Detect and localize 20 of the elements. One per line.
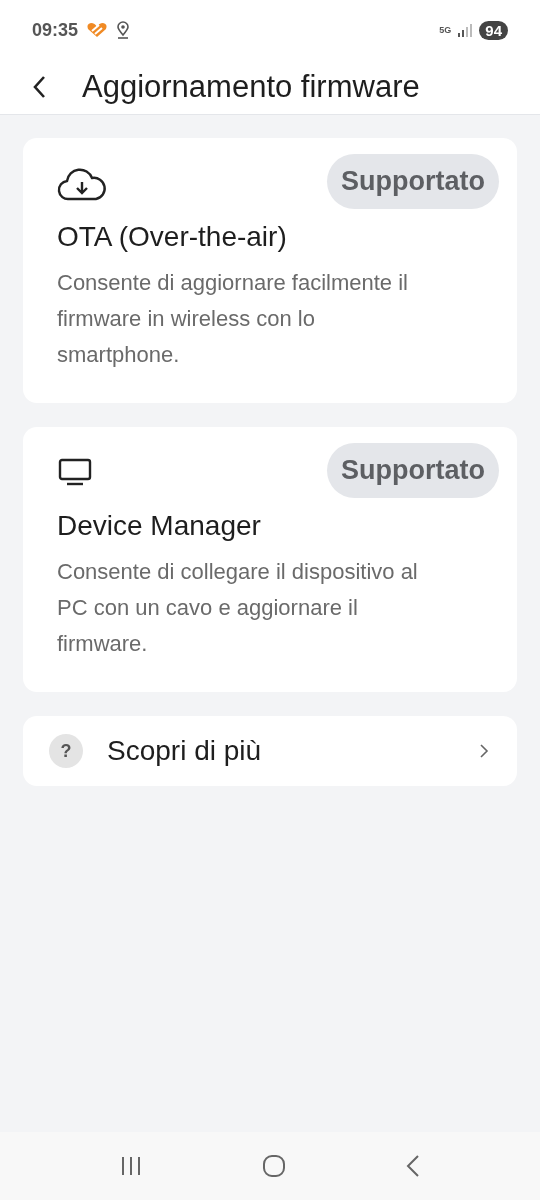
battery-level: 94	[479, 20, 508, 40]
monitor-icon	[57, 457, 93, 487]
heart-icon	[86, 22, 109, 38]
help-icon: ?	[49, 734, 83, 768]
home-icon	[262, 1154, 286, 1178]
method-description: Consente di collegare il dispositivo al PC con un cavo e aggiornare il firmware.	[57, 558, 419, 658]
learn-more-item[interactable]: ? Scopri di più	[23, 716, 517, 786]
back-icon	[404, 1154, 421, 1178]
clock: 09:35	[32, 19, 79, 41]
method-title: OTA (Over-the-air)	[57, 221, 288, 253]
method-title: Device Manager	[57, 510, 262, 542]
location-icon	[116, 21, 131, 39]
chevron-icon	[479, 743, 489, 759]
signal-icon	[457, 23, 474, 37]
page-title: Aggiornamento firmware	[82, 69, 420, 105]
support-badge: Supportato	[327, 154, 499, 209]
method-description: Consente di aggiornare facilmente il firmware in wireless con lo smartphone.	[57, 269, 409, 369]
network-label: 5G	[439, 25, 452, 35]
cloud-download-icon	[57, 168, 107, 202]
support-badge: Supportato	[327, 443, 499, 498]
